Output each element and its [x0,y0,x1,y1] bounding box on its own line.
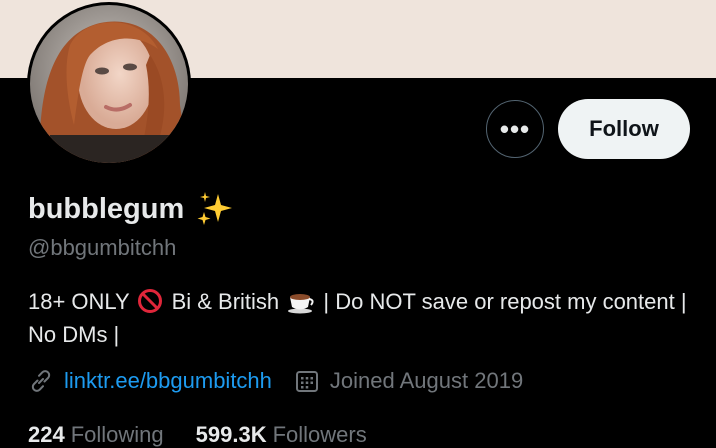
link-icon [31,370,51,392]
bio-text-2: Bi & British [171,289,280,314]
follow-button-label: Follow [589,116,659,141]
no-entry-icon [138,289,163,313]
calendar-icon [295,371,318,392]
followers-stat[interactable]: 599.3K Followers [196,422,367,448]
profile-bio: 18+ ONLY Bi & British | Do NOT save or r… [28,285,688,351]
display-name: bubblegum [28,192,185,225]
profile-header: ••• Follow bubblegum @bbgumbitchh 18+ ON… [0,0,716,448]
teacup-icon [288,294,314,314]
bio-text-1: 18+ ONLY [28,289,130,314]
profile-meta: linktr.ee/bbgumbitchh Joined August 2019 [28,368,523,394]
name-row: bubblegum [28,190,234,228]
followers-label: Followers [272,422,367,447]
joined-date-text: Joined August 2019 [329,368,524,393]
following-stat[interactable]: 224 Following [28,422,164,448]
follow-button[interactable]: Follow [558,99,690,159]
following-label: Following [70,422,164,447]
profile-stats: 224 Following 599.3K Followers [28,422,399,448]
joined-date: Joined August 2019 [294,368,523,394]
sparkles-icon [197,192,233,225]
following-count: 224 [28,422,65,447]
followers-count: 599.3K [195,422,267,447]
profile-link[interactable]: linktr.ee/bbgumbitchh [28,368,272,394]
profile-handle: @bbgumbitchh [28,235,177,260]
avatar-container[interactable] [27,2,191,166]
more-options-button[interactable]: ••• [486,100,544,158]
profile-link-text[interactable]: linktr.ee/bbgumbitchh [64,368,272,394]
more-options-icon: ••• [499,113,531,144]
avatar[interactable] [30,5,188,163]
